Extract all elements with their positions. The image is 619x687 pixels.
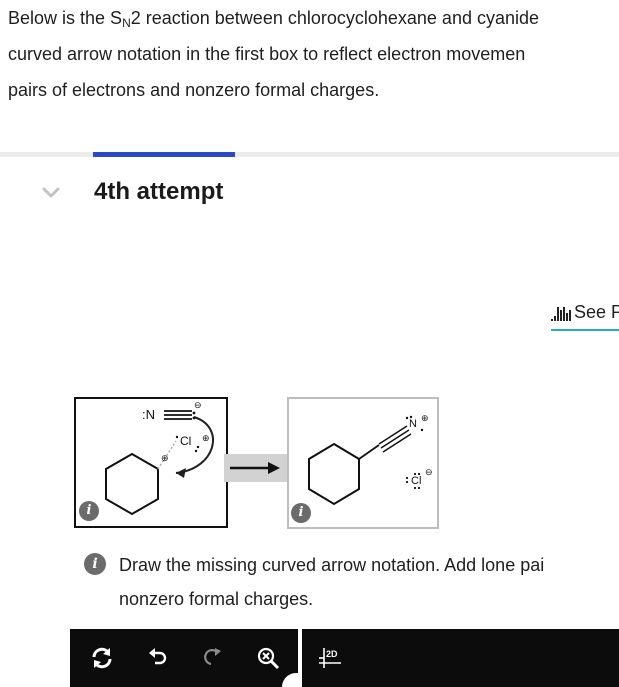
question-text: Below is the SN2 reaction between chloro… [8, 0, 619, 108]
subscript-n: N [122, 16, 131, 30]
reactant-info-icon[interactable]: i [79, 501, 99, 521]
redo-icon [204, 648, 221, 666]
product-chlorine-label: Cl [411, 475, 421, 487]
2d-label: 2D [326, 649, 338, 659]
product-structure: N ⊕ Cl ⊖ [308, 413, 433, 506]
zoom-clear-icon [257, 647, 280, 670]
link-underline [551, 329, 619, 331]
drawing-toolbar: 2D [70, 629, 619, 687]
product-chlorine-minus: ⊖ [425, 467, 433, 477]
product-nitrogen-plus: ⊕ [421, 413, 429, 423]
product-nitrogen-label: N [409, 418, 417, 430]
reactant-chlorine-plus: ⊕ [202, 433, 210, 443]
question-line-3: pairs of electrons and nonzero formal ch… [8, 80, 380, 100]
reset-icon [92, 647, 112, 669]
2d-button[interactable]: 2D [308, 629, 352, 687]
reaction-arrow-icon [230, 462, 280, 474]
question-line-2: curved arrow notation in the first box t… [8, 44, 526, 64]
attempt-title: 4th attempt [94, 178, 224, 205]
toolbar-divider [298, 629, 302, 687]
undo-button[interactable] [136, 629, 180, 687]
redo-button[interactable] [192, 629, 236, 687]
product-info-icon[interactable]: i [291, 503, 311, 523]
chevron-down-icon[interactable] [40, 183, 62, 203]
hint-info-icon: i [84, 553, 106, 575]
hint-text: Draw the missing curved arrow notation. … [119, 548, 544, 616]
hint-line-1: Draw the missing curved arrow notation. … [119, 555, 545, 575]
reactant-chlorine-label: Cl [180, 434, 191, 448]
2d-icon: 2D [319, 648, 341, 668]
periodic-table-icon [551, 307, 571, 321]
hint-line-2: nonzero formal charges. [119, 589, 314, 609]
question-line-1: Below is the SN2 reaction between chloro… [8, 8, 540, 30]
cyanide-n-label: :N [142, 407, 155, 422]
reaction-arrow-band [224, 454, 287, 482]
reactant-carbon-plus: ⊕ [161, 453, 169, 463]
see-periodic-table-label: See Per [574, 302, 619, 322]
reset-button[interactable] [80, 629, 124, 687]
undo-icon [149, 648, 167, 665]
attempt-progress-fill [93, 152, 235, 157]
reactant-minus-charge: ⊖ [194, 400, 202, 410]
